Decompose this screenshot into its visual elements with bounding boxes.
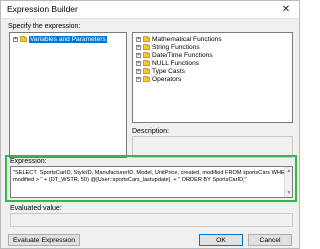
folder-icon	[143, 59, 150, 66]
close-icon[interactable]: ✕	[275, 1, 297, 18]
tree-node-typecasts[interactable]: + Type Casts	[136, 67, 185, 75]
title-bar: Expression Builder ✕	[1, 1, 299, 19]
tree-node-mathematical[interactable]: + Mathematical Functions	[136, 35, 222, 43]
expression-line-1: "SELECT SportsCarID, StyleID, Manufactur…	[13, 170, 293, 176]
specify-expression-label: Specify the expression:	[8, 23, 81, 30]
folder-icon	[20, 35, 27, 42]
expand-icon[interactable]: +	[136, 36, 141, 42]
tree-node-label: Operators	[152, 75, 182, 83]
folder-icon	[143, 51, 150, 58]
ok-button[interactable]: OK	[199, 234, 243, 246]
evaluated-value-label: Evaluated value:	[10, 205, 62, 212]
description-label: Description:	[132, 128, 169, 135]
tree-node-null[interactable]: + NULL Functions	[136, 59, 199, 67]
tree-node-variables[interactable]: + Variables and Parameters	[13, 35, 107, 43]
cancel-button[interactable]: Cancel	[248, 234, 292, 246]
evaluate-expression-button[interactable]: Evaluate Expression	[8, 234, 80, 246]
tree-node-label: Mathematical Functions	[152, 35, 222, 43]
expression-label: Expression:	[10, 158, 47, 165]
tree-node-operators[interactable]: + Operators	[136, 75, 181, 83]
tree-node-datetime[interactable]: + Date/Time Functions	[136, 51, 213, 59]
expand-icon[interactable]: +	[13, 36, 18, 42]
folder-icon	[143, 67, 150, 74]
evaluated-value-box	[10, 213, 293, 227]
window-title: Expression Builder	[7, 4, 78, 14]
folder-icon	[143, 75, 150, 82]
tree-node-label: String Functions	[152, 43, 200, 51]
variables-tree[interactable]: + Variables and Parameters	[9, 32, 127, 158]
tree-node-string[interactable]: + String Functions	[136, 43, 200, 51]
folder-icon	[143, 35, 150, 42]
expression-textbox[interactable]: "SELECT SportsCarID, StyleID, Manufactur…	[10, 166, 293, 198]
expression-builder-window: Expression Builder ✕ Specify the express…	[0, 0, 300, 249]
expand-icon[interactable]: +	[136, 44, 141, 50]
functions-tree[interactable]: + Mathematical Functions + String Functi…	[132, 32, 293, 123]
tree-node-label: Date/Time Functions	[152, 51, 213, 59]
expand-icon[interactable]: +	[136, 76, 141, 82]
tree-node-label: NULL Functions	[152, 59, 200, 67]
scroll-up-icon[interactable]: ▲	[285, 167, 292, 175]
expression-scrollbar[interactable]: ▲ ▼	[284, 167, 292, 197]
tree-node-label: Type Casts	[152, 67, 185, 75]
scroll-down-icon[interactable]: ▼	[285, 189, 292, 197]
expression-line-2: modified > " + (DT_WSTR, 50) @[User::spo…	[13, 177, 247, 183]
expand-icon[interactable]: +	[136, 52, 141, 58]
expand-icon[interactable]: +	[136, 68, 141, 74]
tree-node-label: Variables and Parameters	[29, 35, 107, 43]
folder-icon	[143, 43, 150, 50]
expand-icon[interactable]: +	[136, 60, 141, 66]
